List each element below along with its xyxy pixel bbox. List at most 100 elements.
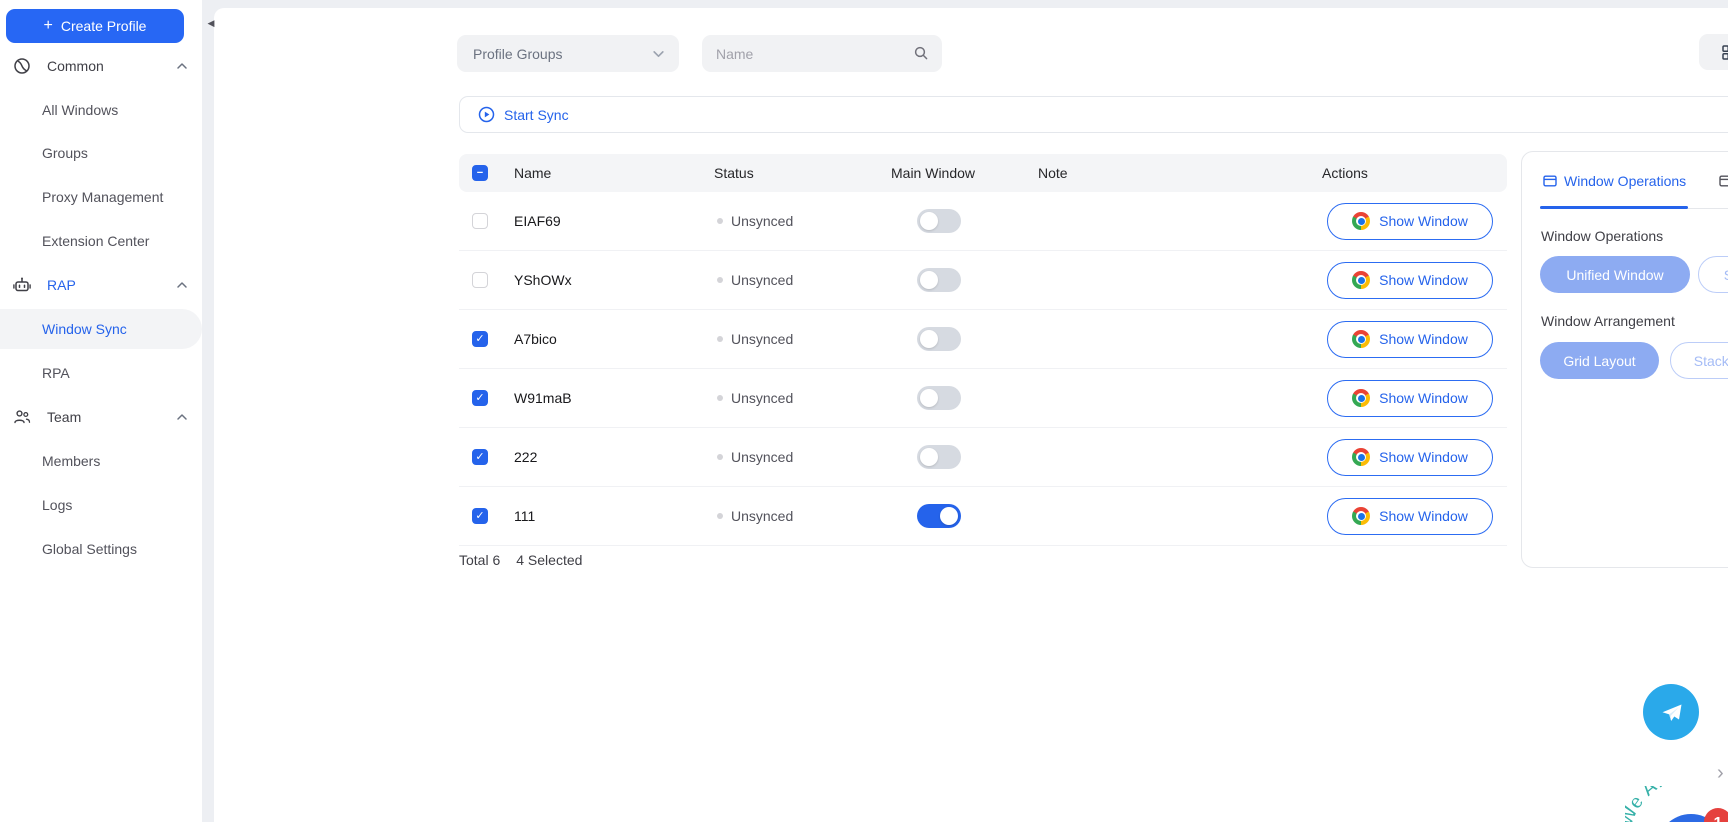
- sidebar-item-rpa[interactable]: RPA: [0, 359, 202, 387]
- grid-layout-button[interactable]: Grid Layout: [1540, 342, 1659, 379]
- sidebar-item-label: Proxy Management: [42, 189, 163, 205]
- row-checkbox[interactable]: ✓: [472, 331, 488, 347]
- sidebar-gap: [202, 0, 214, 822]
- row-checkbox[interactable]: ✓: [472, 449, 488, 465]
- active-tab-underline: [1540, 206, 1688, 209]
- table-header: − Name Status Main Window Note Actions: [459, 154, 1507, 192]
- select-all-checkbox[interactable]: −: [472, 165, 488, 181]
- status-dot-icon: [717, 454, 723, 460]
- recycle-bin-button[interactable]: Recycle Bin: [1699, 34, 1728, 70]
- show-all-windows-button[interactable]: Show All Windows: [1698, 256, 1728, 293]
- row-checkbox[interactable]: ✓: [472, 390, 488, 406]
- status-dot-icon: [717, 336, 723, 342]
- row-checkbox[interactable]: ✓: [472, 272, 488, 288]
- profile-name: 222: [514, 428, 537, 486]
- window-arrangement-heading: Window Arrangement: [1541, 313, 1675, 329]
- chrome-icon: [1352, 212, 1370, 230]
- table-row[interactable]: ✓ 111 Unsynced Show Window: [459, 487, 1507, 546]
- table-row[interactable]: ✓ 222 Unsynced Show Window: [459, 428, 1507, 487]
- table-row[interactable]: ✓ A7bico Unsynced Show Window: [459, 310, 1507, 369]
- profile-groups-label: Profile Groups: [473, 46, 562, 62]
- show-window-button[interactable]: Show Window: [1327, 439, 1493, 476]
- chrome-icon: [1352, 389, 1370, 407]
- main-window-toggle[interactable]: [917, 268, 961, 292]
- selected-count-footer: 4 Selected: [516, 552, 582, 568]
- main-window-toggle[interactable]: [917, 327, 961, 351]
- sidebar-item-global-settings[interactable]: Global Settings: [0, 535, 202, 563]
- total-count: Total 6: [459, 552, 500, 568]
- show-window-button[interactable]: Show Window: [1327, 498, 1493, 535]
- table-row[interactable]: ✓ W91maB Unsynced Show Window: [459, 369, 1507, 428]
- column-header-actions: Actions: [1322, 154, 1368, 192]
- sidebar-section-label: Team: [47, 409, 81, 425]
- main-window-toggle[interactable]: [917, 445, 961, 469]
- row-checkbox[interactable]: ✓: [472, 508, 488, 524]
- main-window-toggle[interactable]: [917, 386, 961, 410]
- profile-groups-select[interactable]: Profile Groups: [457, 35, 679, 72]
- play-circle-icon: [478, 106, 495, 123]
- profile-name: A7bico: [514, 310, 557, 368]
- show-window-label: Show Window: [1379, 213, 1468, 229]
- window-operations-heading: Window Operations: [1541, 228, 1663, 244]
- sidebar-item-extension-center[interactable]: Extension Center: [0, 227, 202, 255]
- show-window-button[interactable]: Show Window: [1327, 380, 1493, 417]
- globe-icon: [13, 57, 31, 75]
- tab-text[interactable]: Text: [1719, 166, 1728, 196]
- name-search-box: [702, 35, 942, 72]
- main-window-toggle[interactable]: [917, 209, 961, 233]
- chevron-up-icon: [176, 60, 188, 72]
- table-row[interactable]: ✓ YShOWx Unsynced Show Window: [459, 251, 1507, 310]
- stacked-layout-button[interactable]: Stacked Layout: [1670, 342, 1728, 379]
- start-sync-label: Start Sync: [504, 107, 569, 123]
- toggle-knob: [920, 389, 938, 407]
- chevron-up-icon: [176, 279, 188, 291]
- panel-expand-icon[interactable]: ›: [1717, 762, 1724, 785]
- status-dot-icon: [717, 218, 723, 224]
- toggle-knob: [920, 330, 938, 348]
- app-screen: + Create Profile Common All Windows Grou…: [0, 0, 1728, 822]
- sidebar-item-proxy-management[interactable]: Proxy Management: [0, 183, 202, 211]
- row-checkbox[interactable]: ✓: [472, 213, 488, 229]
- status-text: Unsynced: [731, 331, 793, 347]
- chrome-icon: [1352, 448, 1370, 466]
- show-window-label: Show Window: [1379, 272, 1468, 288]
- check-icon: ✓: [475, 393, 484, 404]
- sidebar-item-logs[interactable]: Logs: [0, 491, 202, 519]
- toggle-knob: [920, 212, 938, 230]
- sidebar-item-window-sync[interactable]: Window Sync: [0, 309, 202, 349]
- sidebar-section-label: Common: [47, 58, 104, 74]
- grid-icon: [1722, 45, 1728, 60]
- name-search-input[interactable]: [716, 46, 906, 62]
- sidebar-section-rap[interactable]: RAP: [0, 271, 202, 299]
- indeterminate-icon: −: [477, 168, 483, 179]
- show-window-label: Show Window: [1379, 508, 1468, 524]
- sidebar-item-label: RPA: [42, 365, 70, 381]
- sync-bar: Start Sync Exit Multi-Select (4): [459, 96, 1728, 133]
- sidebar-item-members[interactable]: Members: [0, 447, 202, 475]
- show-window-button[interactable]: Show Window: [1327, 203, 1493, 240]
- profile-name: EIAF69: [514, 192, 561, 250]
- sidebar-section-team[interactable]: Team: [0, 403, 202, 431]
- show-window-button[interactable]: Show Window: [1327, 321, 1493, 358]
- sidebar-section-common[interactable]: Common: [0, 52, 202, 80]
- we-are-here-badge[interactable]: We Are Here 1: [1625, 786, 1728, 822]
- window-operations-panel: Window Operations Text Tabs Window Opera…: [1521, 151, 1728, 568]
- tab-window-operations[interactable]: Window Operations: [1543, 166, 1686, 196]
- sidebar-collapse-icon[interactable]: ◀: [204, 15, 218, 31]
- profile-name: W91maB: [514, 369, 572, 427]
- create-profile-button[interactable]: + Create Profile: [6, 9, 184, 43]
- show-window-label: Show Window: [1379, 331, 1468, 347]
- unified-window-button[interactable]: Unified Window: [1540, 256, 1690, 293]
- telegram-button[interactable]: [1643, 684, 1699, 740]
- sidebar-item-groups[interactable]: Groups: [0, 139, 202, 167]
- table-row[interactable]: ✓ EIAF69 Unsynced Show Window: [459, 192, 1507, 251]
- status-text: Unsynced: [731, 390, 793, 406]
- start-sync-button[interactable]: Start Sync: [478, 97, 569, 132]
- window-icon: [1719, 174, 1728, 188]
- sidebar-item-all-windows[interactable]: All Windows: [0, 96, 202, 124]
- sidebar-item-label: Logs: [42, 497, 72, 513]
- show-window-button[interactable]: Show Window: [1327, 262, 1493, 299]
- main-window-toggle[interactable]: [917, 504, 961, 528]
- tab-label: Window Operations: [1564, 173, 1686, 189]
- search-icon[interactable]: [913, 45, 929, 61]
